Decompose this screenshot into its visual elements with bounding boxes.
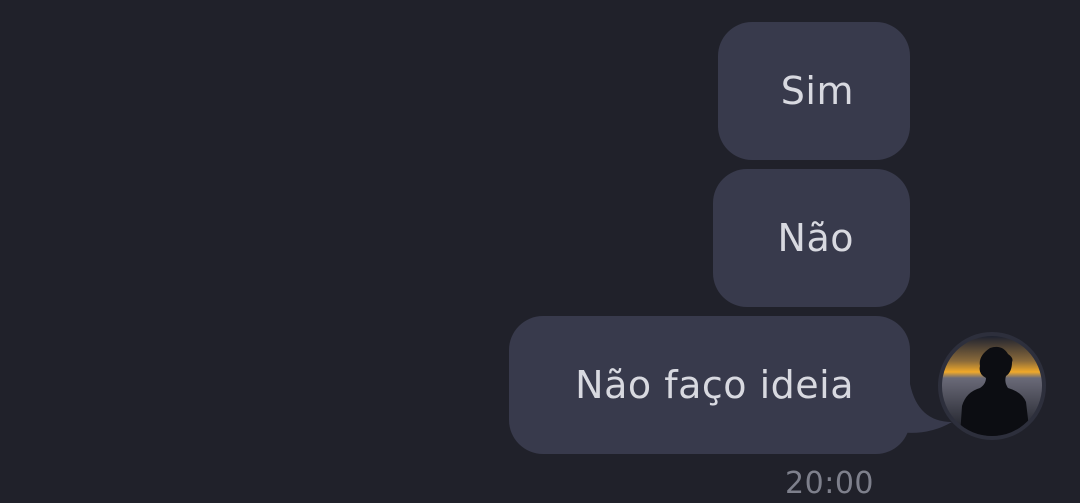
message-bubble[interactable]: Não faço ideia xyxy=(509,316,910,454)
message-text: Não xyxy=(777,216,854,260)
message-text: Não faço ideia xyxy=(575,363,854,407)
avatar-silhouette-image xyxy=(942,336,1042,436)
message-bubble[interactable]: Não xyxy=(713,169,910,307)
timestamp: 20:00 xyxy=(785,466,874,501)
avatar[interactable] xyxy=(938,332,1046,440)
message-bubble[interactable]: Sim xyxy=(718,22,910,160)
message-text: Sim xyxy=(780,69,854,113)
chat-thread: Sim Não Não faço ideia 20:00 xyxy=(0,0,1080,503)
